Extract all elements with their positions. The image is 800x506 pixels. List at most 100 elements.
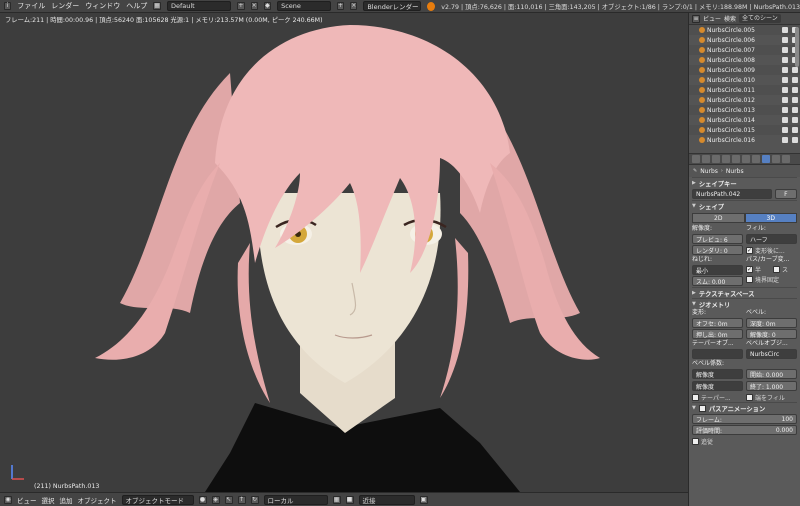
pin-icon[interactable]: ✎: [693, 168, 697, 174]
bevel-start-mapping[interactable]: 解像度: [692, 369, 743, 379]
depth-field[interactable]: 深度: 0m: [746, 318, 797, 328]
fill-deform-checkbox[interactable]: ✓ 変形後に...: [746, 245, 797, 255]
panel-path-animation[interactable]: ▼ パスアニメーション: [692, 402, 797, 413]
bevel-start-field[interactable]: 開始: 0.000: [746, 369, 797, 379]
visibility-icon[interactable]: [782, 107, 788, 113]
3d-editor-type-icon[interactable]: ◉: [4, 495, 12, 504]
outliner-menu-view[interactable]: ビュー: [703, 14, 721, 23]
rotate-icon[interactable]: ↻: [250, 495, 259, 504]
eval-time-field[interactable]: 評価時間: 0.000: [692, 425, 797, 435]
orientation-selector[interactable]: ローカル: [263, 494, 328, 505]
layout-icon[interactable]: ▦: [153, 2, 161, 10]
visibility-icon[interactable]: [782, 127, 788, 133]
menu-view[interactable]: ビュー: [17, 495, 37, 505]
render-toggle-icon[interactable]: [792, 67, 798, 73]
extrude-field[interactable]: 押し出: 0m: [692, 329, 743, 339]
visibility-icon[interactable]: [782, 77, 788, 83]
scene-tab-icon[interactable]: [712, 155, 720, 163]
outliner-row[interactable]: NurbsCircle.008: [689, 55, 800, 65]
render-icon[interactable]: ▣: [419, 495, 428, 504]
outliner-row[interactable]: NurbsCircle.014: [689, 115, 800, 125]
render-toggle-icon[interactable]: [792, 117, 798, 123]
render-toggle-icon[interactable]: [792, 137, 798, 143]
panel-shape-keys[interactable]: ▶ シェイプキー: [692, 177, 797, 188]
menu-file[interactable]: ファイル: [17, 1, 45, 11]
menu-object[interactable]: オブジェクト: [78, 495, 117, 505]
mode-selector[interactable]: オブジェクトモード: [121, 494, 194, 505]
layers-tab-icon[interactable]: [702, 155, 710, 163]
fill-mode-select[interactable]: ハーフ: [746, 234, 797, 244]
menu-render[interactable]: レンダー: [51, 1, 79, 11]
layout-selector[interactable]: Default: [166, 1, 232, 11]
menu-select[interactable]: 選択: [42, 495, 55, 505]
stretch-checkbox[interactable]: ス: [773, 264, 797, 274]
visibility-icon[interactable]: [782, 57, 788, 63]
radius-checkbox[interactable]: ✓ 半: [746, 264, 770, 274]
manipulator-icon[interactable]: ↖: [224, 495, 233, 504]
menu-help[interactable]: ヘルプ: [126, 1, 147, 11]
outliner-row[interactable]: NurbsCircle.007: [689, 45, 800, 55]
visibility-icon[interactable]: [782, 67, 788, 73]
panel-texture-space[interactable]: ▶ テクスチャスペース: [692, 287, 797, 298]
outliner-row[interactable]: NurbsCircle.009: [689, 65, 800, 75]
curve-data-tab-icon[interactable]: [762, 155, 770, 163]
snap-selector[interactable]: 近接: [358, 494, 415, 505]
outliner-row[interactable]: NurbsCircle.012: [689, 95, 800, 105]
fill-caps-checkbox[interactable]: 端をフィル: [746, 392, 797, 402]
smooth-field[interactable]: スム: 0.00: [692, 276, 743, 286]
render-resolution-field[interactable]: レンダリ: 0: [692, 245, 743, 255]
layers-icon[interactable]: ▦: [332, 495, 341, 504]
render-engine-selector[interactable]: Blenderレンダー: [363, 1, 422, 11]
offset-field[interactable]: オフセ: 0m: [692, 318, 743, 328]
shading-icon[interactable]: ●: [198, 495, 207, 504]
scene-icon[interactable]: ◆: [263, 2, 272, 10]
outliner-menu-search[interactable]: 検索: [724, 14, 736, 23]
visibility-icon[interactable]: [782, 117, 788, 123]
lock-icon[interactable]: ■: [345, 495, 354, 504]
outliner-list[interactable]: NurbsCircle.005 NurbsCircle.006 NurbsCir…: [689, 25, 800, 153]
outliner-row[interactable]: NurbsCircle.010: [689, 75, 800, 85]
panel-shape[interactable]: ▼ シェイプ: [692, 200, 797, 211]
layout-close-icon[interactable]: ×: [250, 2, 258, 10]
menu-add[interactable]: 追加: [60, 495, 73, 505]
visibility-icon[interactable]: [782, 97, 788, 103]
visibility-icon[interactable]: [782, 87, 788, 93]
outliner-editor-icon[interactable]: ≡: [692, 14, 700, 23]
constraints-tab-icon[interactable]: [742, 155, 750, 163]
render-toggle-icon[interactable]: [792, 77, 798, 83]
outliner-row[interactable]: NurbsCircle.011: [689, 85, 800, 95]
bevel-end-field[interactable]: 終了: 1.000: [746, 381, 797, 391]
bevel-object-field[interactable]: NurbsCirc: [746, 349, 797, 359]
modifiers-tab-icon[interactable]: [752, 155, 760, 163]
scene-close-icon[interactable]: ×: [350, 2, 358, 10]
visibility-icon[interactable]: [782, 47, 788, 53]
menu-window[interactable]: ウィンドウ: [85, 1, 120, 11]
outliner-row[interactable]: NurbsCircle.015: [689, 125, 800, 135]
render-toggle-icon[interactable]: [792, 97, 798, 103]
bevel-end-mapping[interactable]: 解像度: [692, 381, 743, 391]
dim-3d-button[interactable]: 3D: [744, 213, 797, 223]
bevel-resolution-field[interactable]: 解像度: 0: [746, 329, 797, 339]
3d-viewport[interactable]: フレーム:211 | 時間:00:00.96 | 頂点:56240 面:1056…: [0, 13, 688, 492]
panel-geometry[interactable]: ▼ ジオメトリ: [692, 298, 797, 309]
taper-checkbox[interactable]: テーパー...: [692, 392, 743, 402]
texture-tab-icon[interactable]: [782, 155, 790, 163]
visibility-icon[interactable]: [782, 37, 788, 43]
outliner-row[interactable]: NurbsCircle.016: [689, 135, 800, 145]
scene-add-icon[interactable]: +: [336, 2, 345, 10]
render-tab-icon[interactable]: [692, 155, 700, 163]
follow-checkbox[interactable]: 追従: [692, 436, 797, 446]
twist-method-select[interactable]: 最小: [692, 265, 743, 275]
outliner-row[interactable]: NurbsCircle.013: [689, 105, 800, 115]
outliner-scene-filter[interactable]: 全てのシーン: [739, 14, 781, 23]
pivot-icon[interactable]: ◈: [211, 495, 220, 504]
fake-user-toggle[interactable]: F: [774, 189, 797, 199]
editor-type-icon[interactable]: i: [4, 2, 12, 10]
layout-add-icon[interactable]: +: [237, 2, 245, 10]
render-toggle-icon[interactable]: [792, 87, 798, 93]
material-tab-icon[interactable]: [772, 155, 780, 163]
frames-field[interactable]: フレーム: 100: [692, 414, 797, 424]
curve-data-name[interactable]: NurbsPath.042: [692, 189, 772, 199]
outliner-row[interactable]: NurbsCircle.005: [689, 25, 800, 35]
world-tab-icon[interactable]: [722, 155, 730, 163]
